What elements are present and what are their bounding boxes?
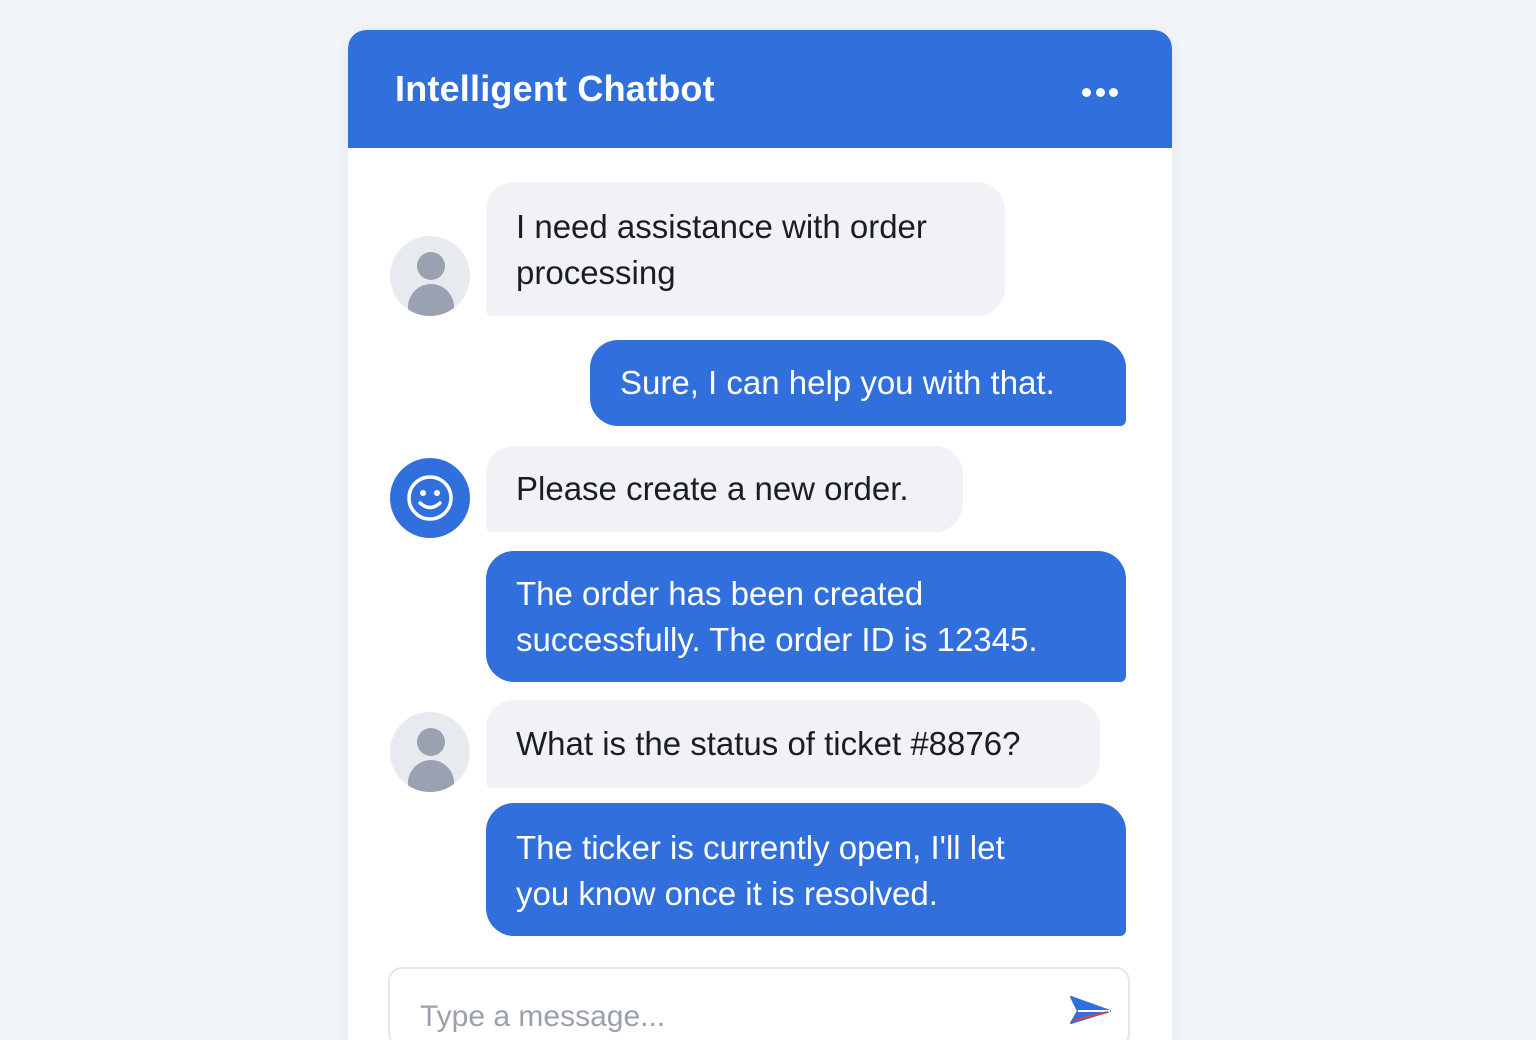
- message-bubble: I need assistance with order processing: [486, 182, 1005, 316]
- send-button[interactable]: [1068, 993, 1114, 1031]
- message-text: The ticker is currently open, I'll let y…: [516, 829, 1005, 912]
- smiley-face-icon: [390, 458, 470, 538]
- user-avatar-icon: [390, 236, 470, 316]
- message-bubble: The order has been created successfully.…: [486, 551, 1126, 682]
- message-bubble: Please create a new order.: [486, 446, 963, 532]
- more-options-button[interactable]: [1074, 74, 1126, 110]
- message-text: What is the status of ticket #8876?: [516, 725, 1021, 762]
- more-horizontal-icon: [1082, 87, 1091, 97]
- send-paper-plane-icon: [1070, 996, 1111, 1024]
- message-text: Please create a new order.: [516, 470, 909, 507]
- message-bubble: What is the status of ticket #8876?: [486, 700, 1100, 788]
- message-bubble: Sure, I can help you with that.: [590, 340, 1126, 426]
- message-text: Sure, I can help you with that.: [620, 364, 1055, 401]
- user-avatar-icon: [390, 712, 470, 792]
- chat-title: Intelligent Chatbot: [395, 68, 715, 109]
- chat-widget: Intelligent Chatbot I need assistance wi…: [348, 30, 1172, 1040]
- message-text: The order has been created successfully.…: [516, 575, 1038, 658]
- chat-header: Intelligent Chatbot: [348, 30, 1172, 148]
- message-bubble: The ticker is currently open, I'll let y…: [486, 803, 1126, 936]
- message-composer: [388, 967, 1130, 1040]
- message-input[interactable]: [420, 995, 1040, 1039]
- message-text: I need assistance with order processing: [516, 208, 927, 291]
